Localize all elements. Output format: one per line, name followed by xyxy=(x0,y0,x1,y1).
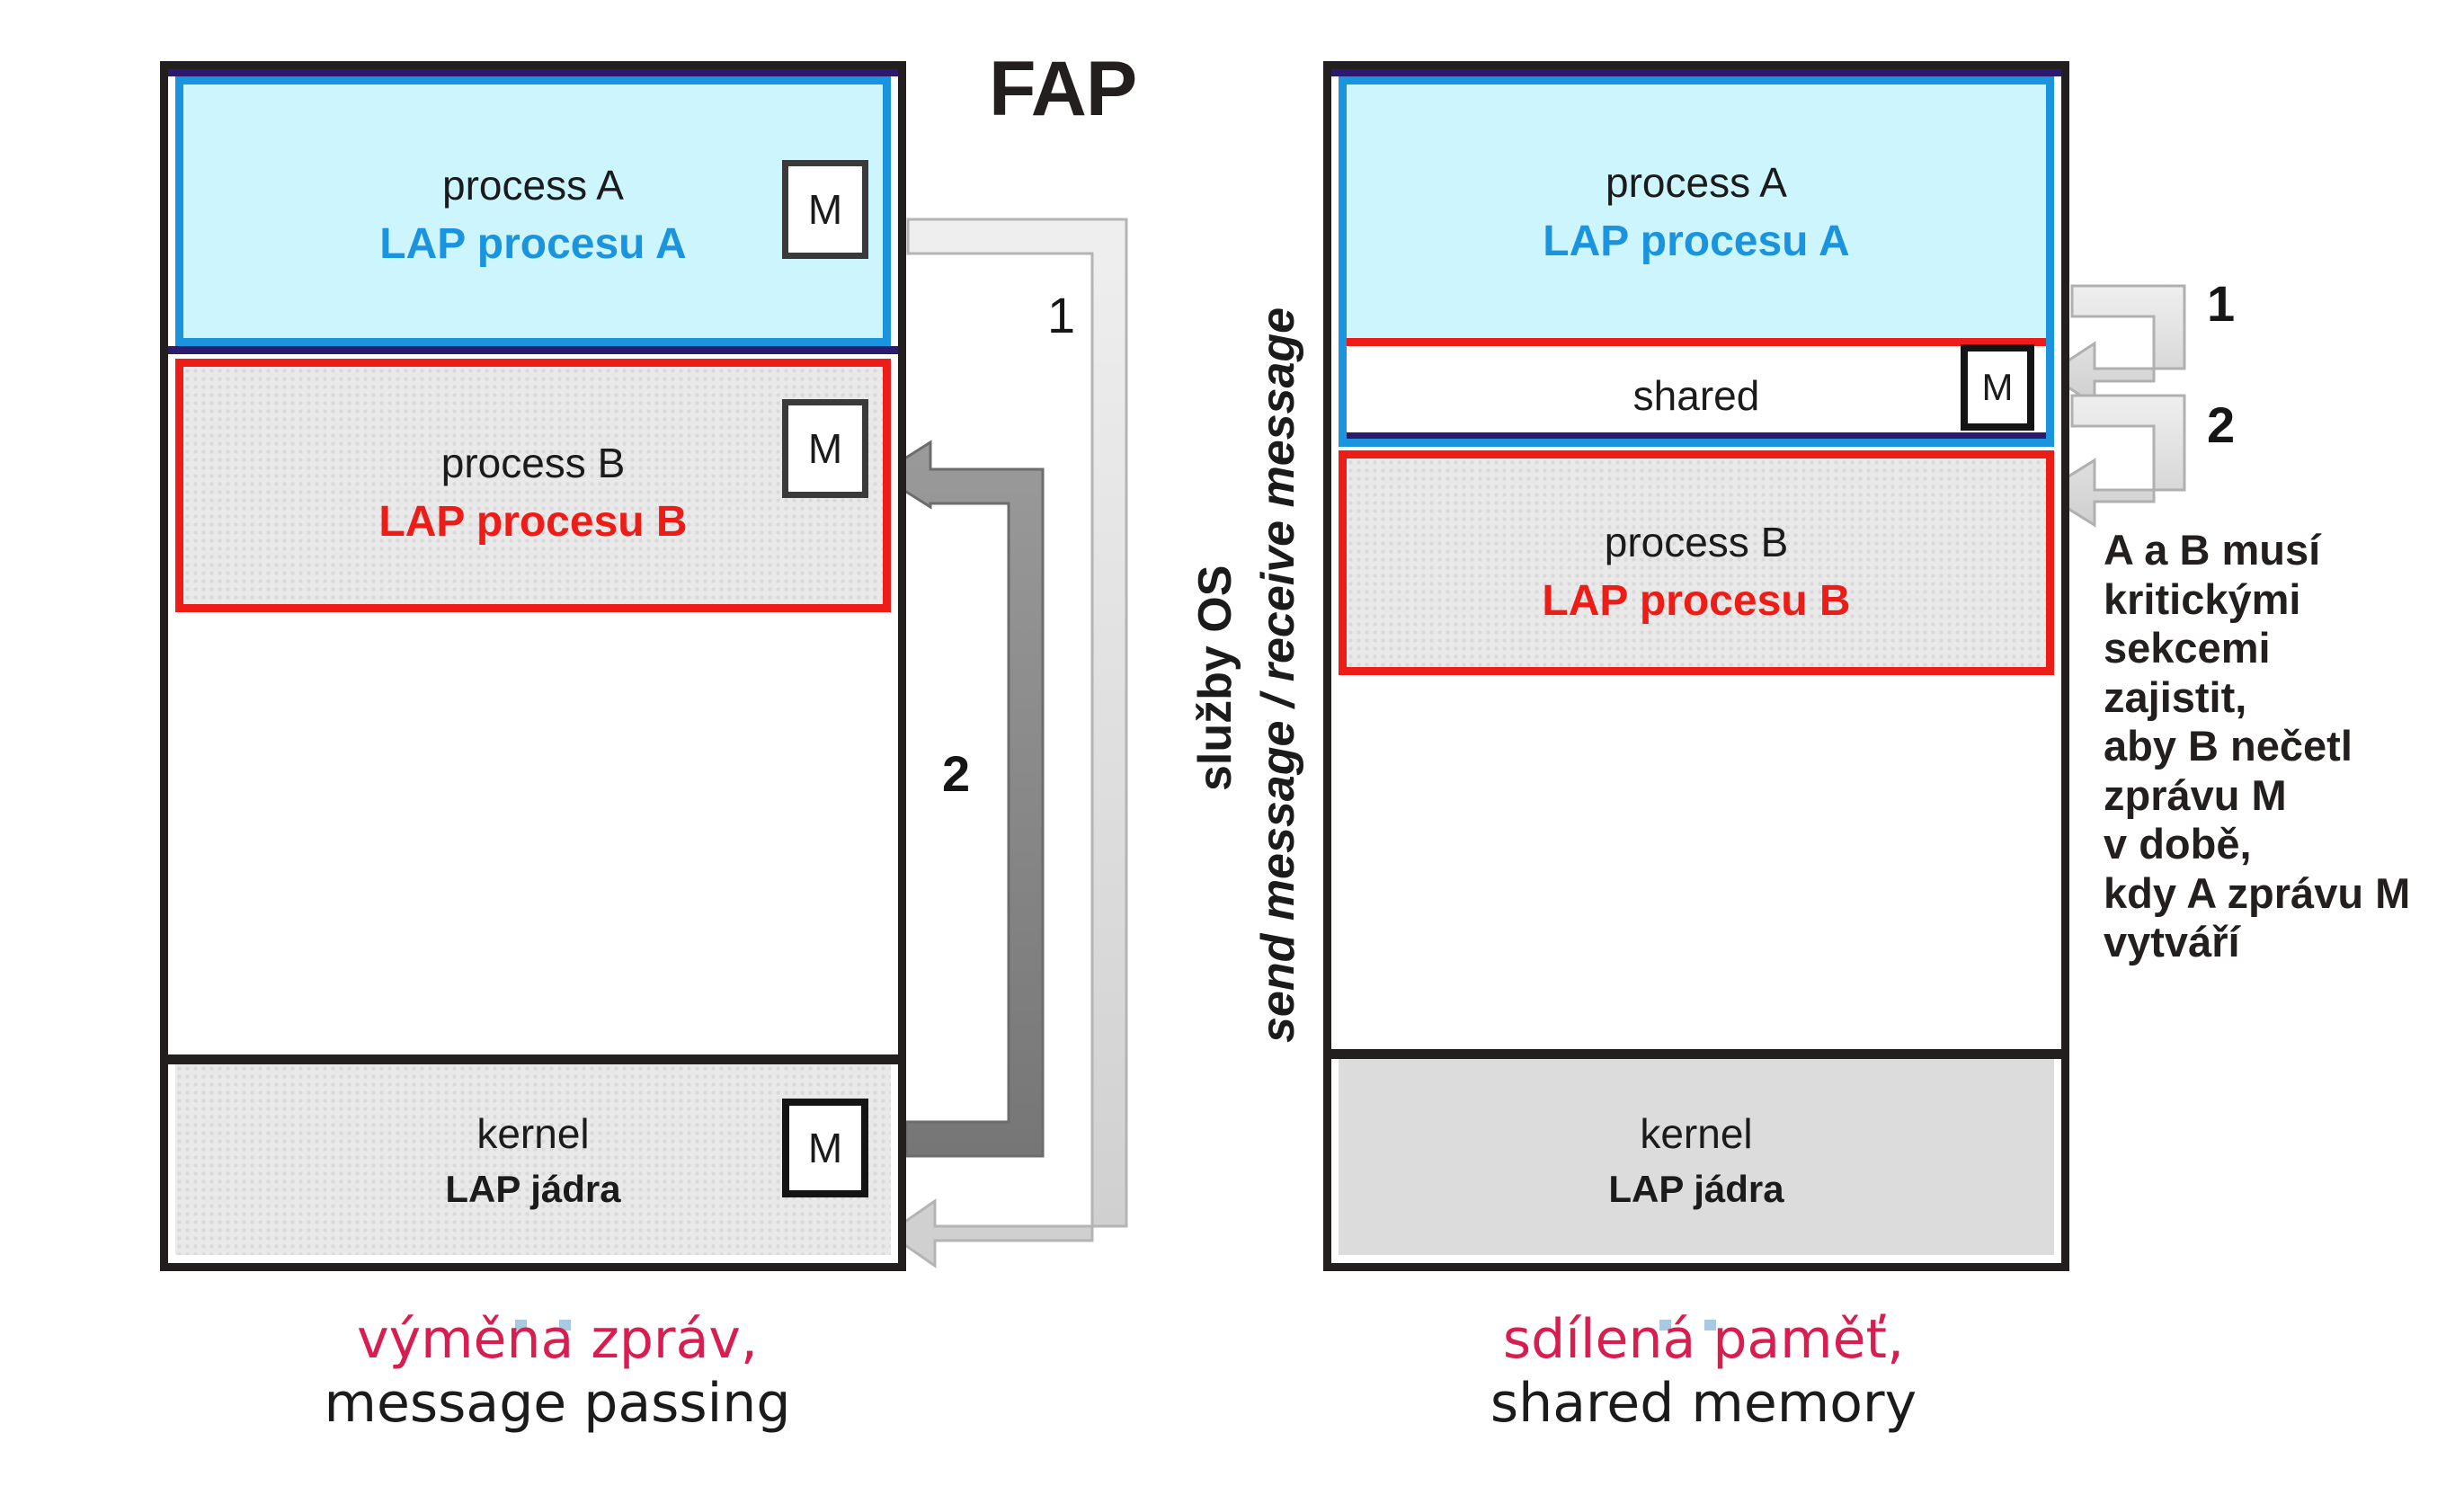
caption-shared-memory: sdílená paměť, shared memory xyxy=(1389,1308,2018,1436)
message-box-kernel-left: M xyxy=(782,1099,868,1197)
process-b-sublabel-right: LAP procesu B xyxy=(1542,577,1851,625)
arrow-1-left xyxy=(885,218,1128,1268)
message-box-process-b-left: M xyxy=(782,399,868,498)
message-passing-diagram: process A LAP procesu A M process B LAP … xyxy=(160,61,906,1271)
kernel-separator-left xyxy=(168,1054,898,1064)
arrow-1-left-label: 1 xyxy=(1047,287,1076,343)
process-b-label: process B xyxy=(440,440,626,486)
process-a-box-right: process A LAP procesu A xyxy=(1347,85,2046,338)
arrow-1-right-label: 1 xyxy=(2207,275,2236,332)
caption-left-en: message passing xyxy=(324,1371,791,1435)
message-box-process-a-left: M xyxy=(782,160,868,259)
process-b-label-right: process B xyxy=(1604,519,1789,565)
shared-memory-strip: shared xyxy=(1347,338,2046,439)
arrow-2-right-label: 2 xyxy=(2207,396,2236,453)
diagram-canvas: FAP process A LAP procesu A M process B … xyxy=(0,0,2464,1486)
page-title: FAP xyxy=(989,46,1137,132)
center-legend-line1: služby OS xyxy=(1188,565,1242,791)
center-legend-messages: send message / receive message xyxy=(1252,307,1304,1043)
caption-message-passing: výměna zpráv, message passing xyxy=(243,1308,872,1436)
process-b-box-right: process B LAP procesu B xyxy=(1339,450,2054,675)
process-a-label: process A xyxy=(442,162,624,209)
process-b-sublabel: LAP procesu B xyxy=(378,498,688,546)
process-a-sublabel: LAP procesu A xyxy=(379,220,687,268)
kernel-separator-right xyxy=(1331,1049,2061,1059)
navy-rule-top-right xyxy=(1331,69,2061,76)
center-legend-services: služby OS xyxy=(1189,565,1241,791)
kernel-sublabel-right: LAP jádra xyxy=(1608,1168,1784,1210)
kernel-box-right: kernel LAP jádra xyxy=(1339,1059,2054,1255)
arrow-2-left-label: 2 xyxy=(942,745,971,802)
process-a-sublabel-right: LAP procesu A xyxy=(1543,218,1850,265)
navy-rule-top xyxy=(168,69,898,76)
caption-right-en: shared memory xyxy=(1490,1371,1917,1435)
shared-label: shared xyxy=(1632,372,1760,419)
navy-rule-bottom xyxy=(168,346,898,354)
process-a-label-right: process A xyxy=(1606,159,1787,206)
critical-section-note: A a B musí kritickými sekcemi zajistit, … xyxy=(2104,526,2411,966)
center-legend-line2: send message / receive message xyxy=(1251,307,1305,1043)
caption-left-cs: výměna zpráv, xyxy=(357,1308,758,1371)
kernel-label-right: kernel xyxy=(1640,1110,1753,1157)
message-box-shared-right: M xyxy=(1961,344,2034,431)
caption-right-cs: sdílená paměť, xyxy=(1502,1308,1905,1371)
shared-memory-diagram: process A LAP procesu A shared M process… xyxy=(1323,61,2069,1271)
